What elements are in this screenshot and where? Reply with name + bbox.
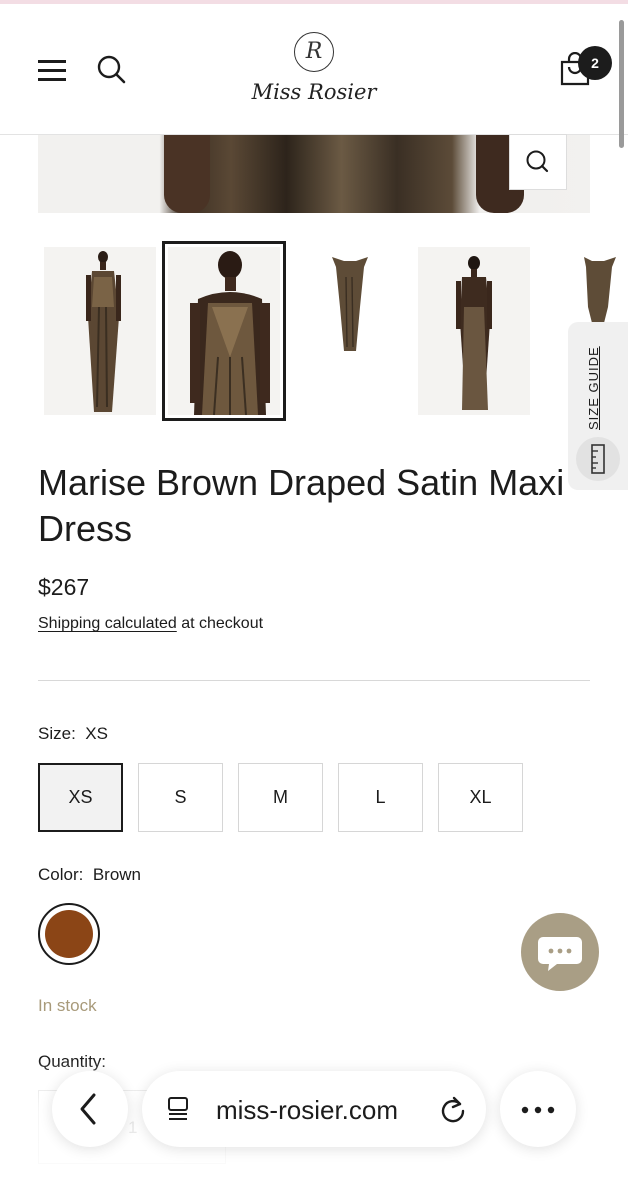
- stock-status: In stock: [38, 996, 97, 1015]
- brand-monogram: R: [294, 32, 334, 72]
- back-button[interactable]: [52, 1071, 128, 1147]
- shipping-link[interactable]: Shipping calculated: [38, 615, 177, 632]
- size-guide-label: SIZE GUIDE: [586, 346, 601, 430]
- size-option-xs[interactable]: XS: [38, 763, 123, 832]
- url-text: miss-rosier.com: [216, 1095, 399, 1125]
- chat-button[interactable]: [521, 913, 599, 991]
- thumbnail-flat-dress[interactable]: [294, 247, 406, 415]
- size-option-l[interactable]: L: [338, 763, 423, 832]
- thumbnail-front-closeup[interactable]: [162, 241, 286, 421]
- ruler-icon: [576, 437, 620, 481]
- back-arrow-icon: [80, 1093, 96, 1125]
- color-swatch-brown[interactable]: [38, 903, 100, 965]
- size-label-text: Size:: [38, 724, 76, 743]
- zoom-button[interactable]: [509, 134, 567, 190]
- size-label: Size: XS: [38, 724, 108, 744]
- shipping-note: Shipping calculated at checkout: [38, 615, 263, 633]
- cart-count-badge: 2: [578, 46, 612, 80]
- menu-icon[interactable]: [38, 60, 68, 82]
- more-dots-icon: [521, 1106, 555, 1114]
- more-options-button[interactable]: [500, 1071, 576, 1147]
- reload-icon[interactable]: [438, 1093, 468, 1130]
- product-title: Marise Brown Draped Satin Maxi Dress: [38, 462, 565, 549]
- color-selected-value: Brown: [92, 865, 141, 884]
- main-product-image[interactable]: [38, 135, 590, 213]
- page-scrollbar[interactable]: [619, 20, 624, 148]
- thumbnail-front-full[interactable]: [44, 247, 156, 415]
- color-label: Color: Brown: [38, 865, 141, 885]
- shipping-note-text: at checkout: [176, 615, 264, 632]
- size-option-s[interactable]: S: [138, 763, 223, 832]
- brand-name: Miss Rosier: [251, 80, 377, 104]
- size-option-m[interactable]: M: [238, 763, 323, 832]
- thumbnail-back-full[interactable]: [418, 247, 530, 415]
- size-option-xl[interactable]: XL: [438, 763, 523, 832]
- size-selected-value: XS: [85, 724, 108, 743]
- divider: [38, 680, 590, 681]
- color-label-text: Color:: [38, 865, 84, 884]
- product-price: $267: [38, 574, 90, 600]
- color-swatch-fill: [45, 910, 93, 958]
- address-bar[interactable]: miss-rosier.com: [142, 1071, 486, 1147]
- brand-logo[interactable]: R Miss Rosier: [240, 32, 388, 112]
- site-header: R Miss Rosier 2: [0, 4, 628, 135]
- search-icon[interactable]: [96, 54, 128, 86]
- tabs-icon[interactable]: [166, 1095, 192, 1128]
